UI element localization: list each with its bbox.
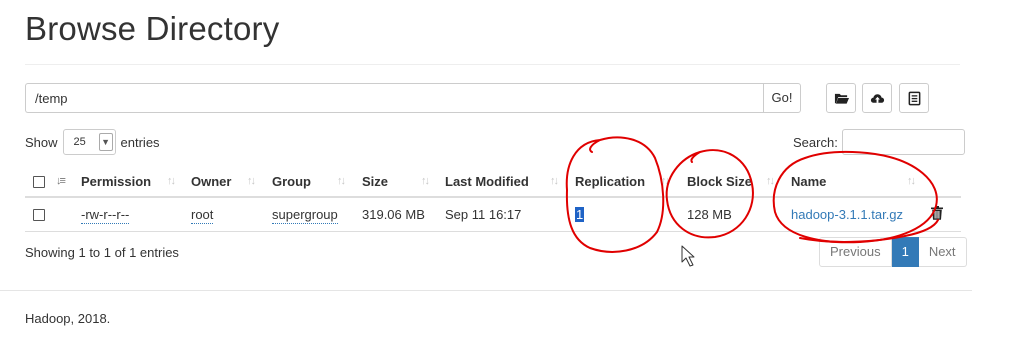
go-button[interactable]: Go! — [763, 83, 801, 113]
table-header-row: ↓≡ Permission ↑↓ Owner ↑↓ Group ↑↓ Size … — [25, 165, 961, 198]
table-bottom-border — [25, 231, 961, 232]
list-alt-icon — [908, 91, 920, 105]
footer-divider — [0, 290, 972, 291]
block-size-cell: 128 MB — [687, 207, 732, 222]
search-input[interactable] — [841, 129, 965, 155]
trash-icon[interactable] — [931, 206, 943, 223]
group-value[interactable]: supergroup — [272, 207, 338, 224]
path-bar: Go! — [25, 83, 801, 113]
owner-cell[interactable]: root — [191, 198, 214, 231]
row-select-checkbox[interactable] — [33, 209, 45, 221]
table-row: -rw-r--r-- root supergroup 319.06 MB Sep… — [25, 198, 961, 232]
sort-name-icon: ↑↓ — [907, 175, 916, 187]
title-divider — [25, 64, 960, 65]
header-permission[interactable]: Permission — [81, 165, 151, 198]
mouse-cursor — [681, 245, 695, 267]
entries-per-page-value: 25 — [73, 136, 86, 148]
sort-replication-icon: ↑↓ — [661, 175, 670, 187]
owner-value[interactable]: root — [191, 207, 214, 224]
search-label: Search: — [793, 134, 838, 150]
replication-cell[interactable]: 1 — [575, 198, 585, 231]
sort-permission-icon: ↑↓ — [167, 175, 176, 187]
footer: Hadoop, 2018. — [25, 311, 111, 326]
page-title: Browse Directory — [25, 10, 280, 47]
folder-open-icon — [834, 93, 849, 104]
chevron-down-icon: ▼ — [98, 133, 113, 151]
header-block-size[interactable]: Block Size — [687, 165, 752, 198]
create-directory-button[interactable] — [826, 83, 856, 113]
cut-paste-button[interactable] — [899, 83, 929, 113]
pagination: Previous 1 Next — [819, 237, 967, 267]
select-all-checkbox[interactable] — [33, 176, 45, 188]
header-name[interactable]: Name — [791, 165, 826, 198]
size-cell: 319.06 MB — [362, 207, 425, 222]
file-name-link[interactable]: hadoop-3.1.1.tar.gz — [791, 198, 903, 231]
permission-value[interactable]: -rw-r--r-- — [81, 207, 130, 224]
header-group[interactable]: Group — [272, 165, 311, 198]
entries-label: entries — [120, 134, 160, 150]
sort-amount-icon[interactable]: ↓≡ — [56, 165, 66, 198]
cloud-upload-icon — [870, 93, 884, 103]
directory-path-input[interactable] — [25, 83, 763, 113]
sort-group-icon: ↑↓ — [337, 175, 346, 187]
directory-table: ↓≡ Permission ↑↓ Owner ↑↓ Group ↑↓ Size … — [25, 165, 961, 232]
header-last-modified[interactable]: Last Modified — [445, 165, 529, 198]
show-label: Show — [25, 134, 58, 150]
sort-owner-icon: ↑↓ — [247, 175, 256, 187]
upload-file-button[interactable] — [862, 83, 892, 113]
header-owner[interactable]: Owner — [191, 165, 231, 198]
replication-value[interactable]: 1 — [575, 207, 585, 222]
sort-block-size-icon: ↑↓ — [766, 175, 775, 187]
next-page-button[interactable]: Next — [918, 237, 967, 267]
table-search: Search: — [793, 129, 965, 155]
previous-page-button[interactable]: Previous — [819, 237, 892, 267]
table-info: Showing 1 to 1 of 1 entries — [25, 245, 179, 260]
last-modified-cell: Sep 11 16:17 — [445, 207, 522, 222]
permission-cell[interactable]: -rw-r--r-- — [81, 198, 130, 231]
sort-size-icon: ↑↓ — [421, 175, 430, 187]
entries-per-page-select[interactable]: 25 ▼ — [62, 129, 116, 155]
group-cell[interactable]: supergroup — [272, 198, 338, 231]
header-replication[interactable]: Replication — [575, 165, 645, 198]
trash-glyph — [931, 206, 943, 220]
entries-length-control: Show 25 ▼ entries — [25, 129, 160, 155]
header-size[interactable]: Size — [362, 165, 388, 198]
current-page-button[interactable]: 1 — [891, 237, 919, 267]
sort-last-modified-icon: ↑↓ — [550, 175, 559, 187]
